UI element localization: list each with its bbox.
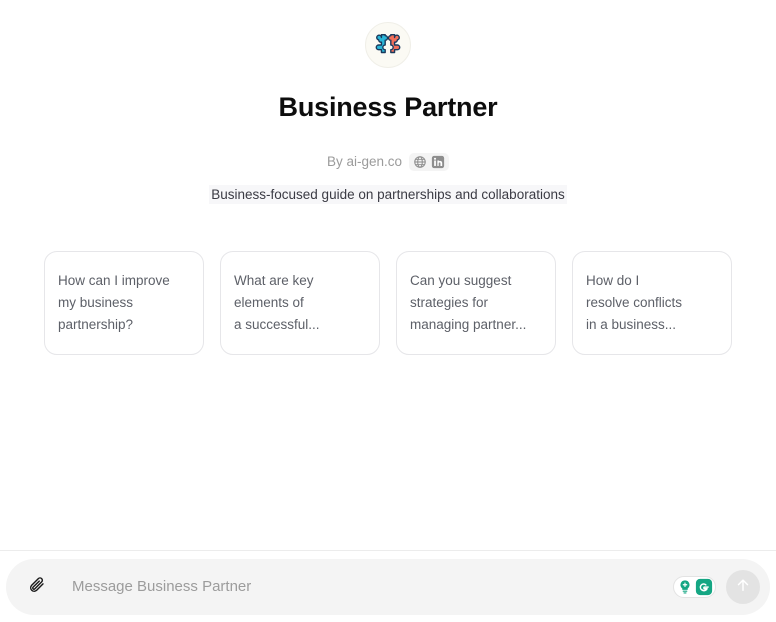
suggestion-card[interactable]: What are key elements of a successful...	[220, 251, 380, 356]
byline-links	[409, 153, 450, 172]
suggestion-text: How do I resolve conflicts in a business…	[586, 273, 683, 333]
paperclip-icon	[28, 576, 46, 597]
attach-file-button[interactable]	[24, 574, 50, 600]
message-input[interactable]	[50, 572, 673, 601]
gpt-intro: Business Partner By ai-gen.co Business-f…	[0, 0, 776, 356]
suggestion-card[interactable]: How do I resolve conflicts in a business…	[572, 251, 732, 356]
suggestion-text: How can I improve my business partnershi…	[58, 273, 170, 333]
send-button[interactable]	[726, 569, 760, 604]
page-title: Business Partner	[278, 92, 498, 122]
gpt-chat-screen: Business Partner By ai-gen.co Business-f…	[0, 0, 776, 622]
linkedin-icon[interactable]	[431, 155, 445, 169]
puzzle-pieces-icon	[373, 30, 403, 60]
composer	[6, 558, 770, 615]
arrow-up-icon	[734, 576, 752, 597]
suggestion-cards: How can I improve my business partnershi…	[4, 251, 772, 356]
suggestion-card[interactable]: How can I improve my business partnershi…	[44, 251, 204, 356]
suggestion-card[interactable]: Can you suggest strategies for managing …	[396, 251, 556, 356]
gpt-avatar	[365, 22, 411, 68]
grammarly-g-icon[interactable]	[695, 578, 713, 596]
lightbulb-plus-icon[interactable]	[676, 578, 694, 596]
gpt-description: Business-focused guide on partnerships a…	[209, 185, 567, 205]
composer-bar	[0, 550, 776, 622]
byline-author: By ai-gen.co	[326, 154, 403, 170]
byline: By ai-gen.co	[326, 152, 450, 172]
globe-icon[interactable]	[413, 155, 427, 169]
grammarly-badge[interactable]	[673, 575, 716, 598]
suggestion-text: What are key elements of a successful...	[234, 273, 320, 333]
suggestion-text: Can you suggest strategies for managing …	[410, 273, 527, 333]
conversation-area: Business Partner By ai-gen.co Business-f…	[0, 0, 776, 550]
